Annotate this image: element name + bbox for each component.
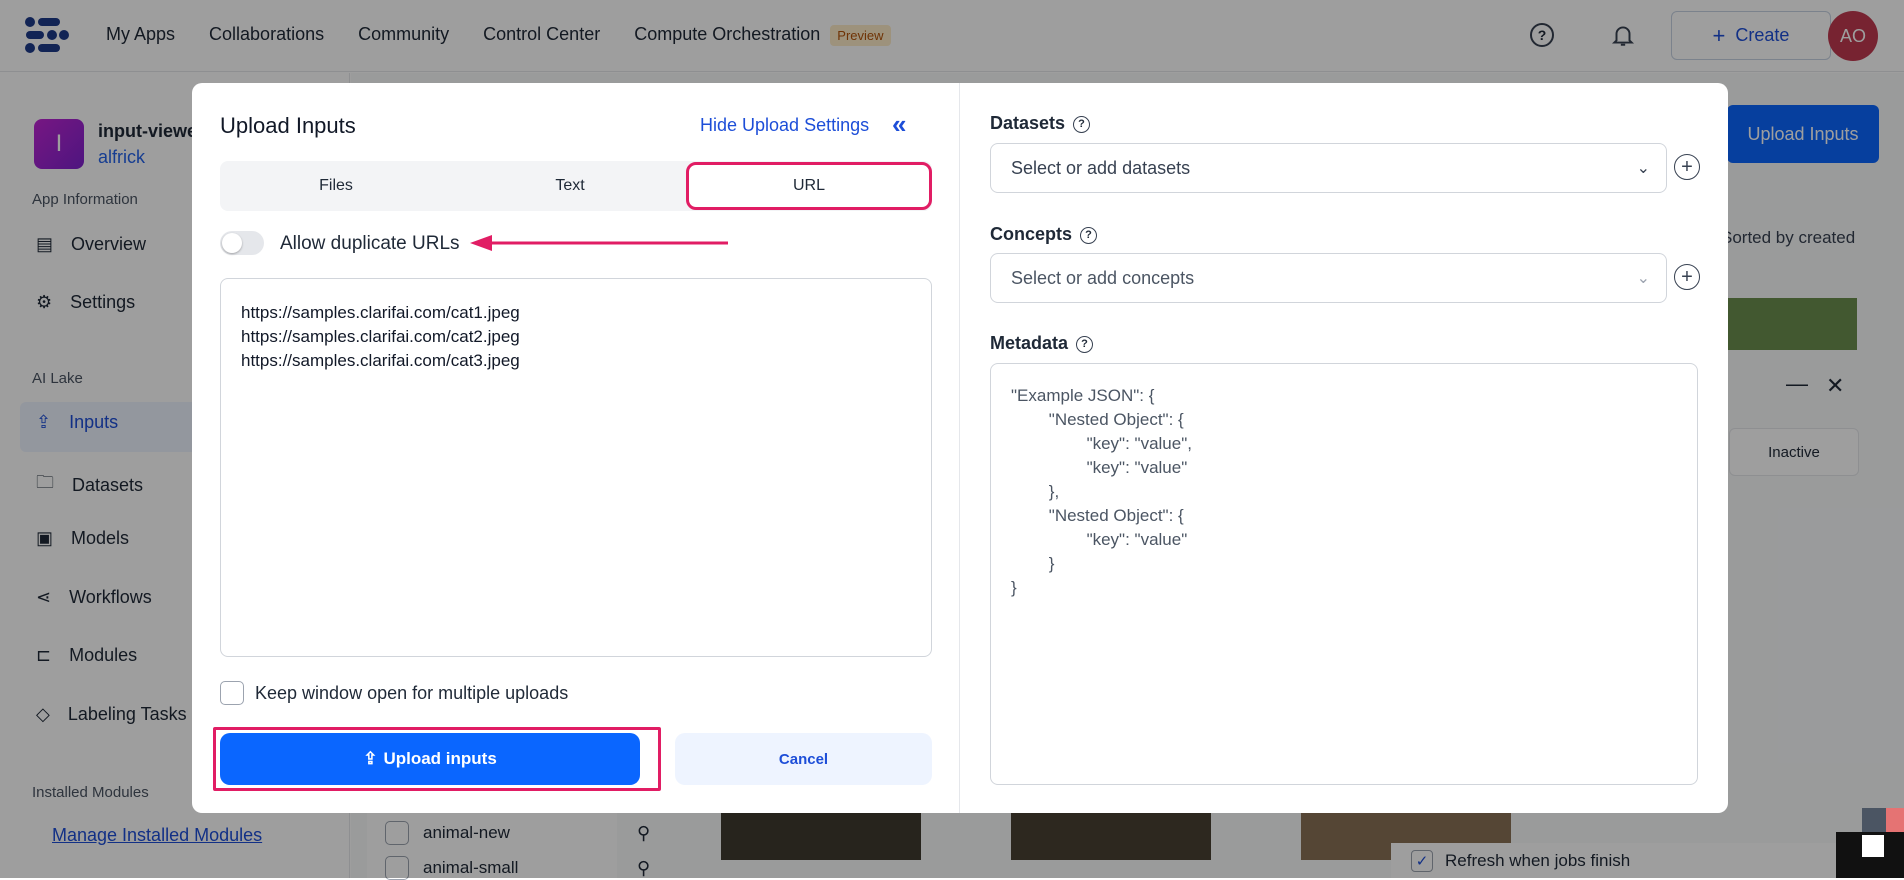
upload-inputs-button[interactable]: ⇪ Upload inputs (220, 733, 640, 785)
concepts-label: Concepts? (990, 224, 1098, 245)
add-concept-icon[interactable]: + (1674, 264, 1700, 290)
upload-inputs-modal: Upload Inputs Hide Upload Settings « Fil… (192, 83, 1728, 813)
corner-widget (1862, 835, 1884, 857)
upload-icon: ⇪ (363, 749, 378, 768)
metadata-label-text: Metadata (990, 333, 1069, 353)
help-icon[interactable]: ? (1076, 335, 1094, 353)
datasets-label: Datasets? (990, 113, 1091, 134)
tab-url[interactable]: URL (686, 162, 932, 210)
hide-upload-settings-link[interactable]: Hide Upload Settings (700, 115, 869, 136)
url-textarea[interactable]: https://samples.clarifai.com/cat1.jpeg h… (220, 278, 932, 657)
concepts-select[interactable]: Select or add concepts ⌄ (990, 253, 1667, 303)
corner-widget (1886, 808, 1904, 832)
double-chevron-left-icon[interactable]: « (892, 109, 906, 140)
tab-files[interactable]: Files (220, 161, 452, 211)
datasets-placeholder: Select or add datasets (1011, 157, 1191, 178)
metadata-textarea[interactable]: "Example JSON": { "Nested Object": { "ke… (990, 363, 1698, 785)
modal-title: Upload Inputs (220, 113, 356, 138)
help-icon[interactable]: ? (1073, 115, 1091, 133)
help-icon[interactable]: ? (1080, 226, 1098, 244)
concepts-label-text: Concepts (990, 224, 1073, 244)
tab-text[interactable]: Text (454, 161, 686, 211)
keep-open-checkbox[interactable] (220, 681, 244, 705)
concepts-placeholder: Select or add concepts (1011, 267, 1195, 288)
toggle-knob (222, 233, 242, 253)
datasets-select[interactable]: Select or add datasets ⌄ (990, 143, 1667, 193)
keep-open-label: Keep window open for multiple uploads (255, 683, 569, 703)
upload-panel: Upload Inputs Hide Upload Settings « Fil… (192, 83, 960, 813)
upload-button-label: Upload inputs (383, 749, 497, 768)
cancel-button[interactable]: Cancel (675, 733, 932, 785)
allow-duplicate-toggle[interactable] (220, 231, 264, 255)
allow-duplicate-label: Allow duplicate URLs (280, 233, 460, 254)
annotation-arrow-icon (470, 235, 728, 251)
metadata-label: Metadata? (990, 333, 1094, 354)
corner-widget (1862, 808, 1886, 832)
add-dataset-icon[interactable]: + (1674, 154, 1700, 180)
datasets-label-text: Datasets (990, 113, 1066, 133)
chevron-down-icon: ⌄ (1636, 270, 1650, 287)
chevron-down-icon: ⌄ (1636, 160, 1650, 177)
